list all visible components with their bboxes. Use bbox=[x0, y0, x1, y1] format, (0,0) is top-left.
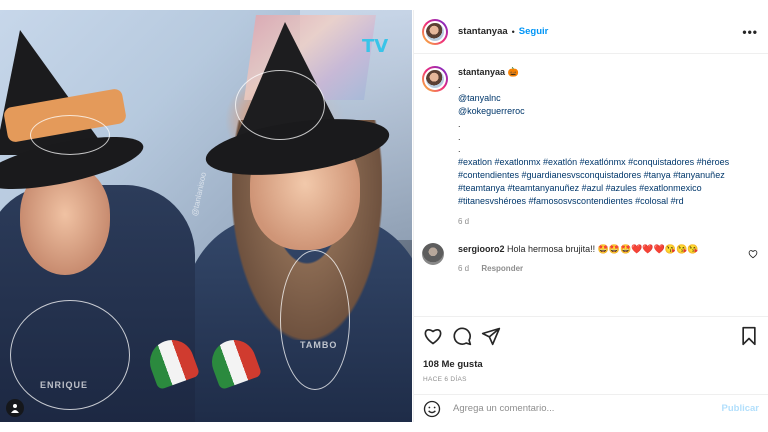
channel-logo: TV bbox=[362, 36, 389, 57]
comment-text: Hola hermosa brujita!! 🤩🤩🤩❤️❤️❤️😘😘😘 bbox=[507, 243, 699, 254]
comment-item: sergiooro2 Hola hermosa brujita!! 🤩🤩🤩❤️❤… bbox=[422, 242, 758, 275]
like-count[interactable]: 108 Me gusta bbox=[423, 359, 759, 370]
caption-timestamp[interactable]: 6 d bbox=[458, 216, 748, 229]
cobweb-decoration bbox=[30, 115, 110, 155]
caption-emoji: 🎃 bbox=[507, 67, 519, 77]
add-comment-bar: Publicar bbox=[414, 394, 768, 422]
watermark: @tanlanisoo bbox=[190, 171, 209, 217]
cobweb-decoration bbox=[10, 300, 130, 410]
comments-section: stantanyaa 🎃 . @tanyalnc @kokeguerreroc … bbox=[414, 54, 768, 314]
comment-username[interactable]: sergiooro2 bbox=[458, 244, 505, 254]
cobweb-decoration bbox=[235, 70, 325, 140]
mention-link[interactable]: @kokeguerreroc bbox=[458, 106, 525, 116]
heart-icon[interactable] bbox=[423, 326, 443, 346]
smiley-icon[interactable] bbox=[423, 400, 441, 418]
comment-meta: 6 d Responder bbox=[458, 263, 748, 275]
caption-username[interactable]: stantanyaa bbox=[458, 67, 505, 77]
shirt-text-left: ENRIQUE bbox=[40, 380, 89, 390]
publish-button[interactable]: Publicar bbox=[722, 403, 760, 414]
comment-icon[interactable] bbox=[452, 326, 472, 346]
avatar[interactable] bbox=[422, 242, 444, 265]
caption-line: . bbox=[458, 79, 461, 90]
comment-timestamp[interactable]: 6 d bbox=[458, 264, 469, 273]
post-actions: 108 Me gusta HACE 6 DÍAS bbox=[414, 316, 768, 383]
caption-line: . bbox=[458, 144, 461, 155]
shirt-text-right: TAMBO bbox=[300, 340, 338, 350]
post-side-panel: stantanyaa • Seguir ••• stantanyaa 🎃 . @… bbox=[413, 10, 768, 422]
avatar[interactable] bbox=[422, 66, 448, 92]
follow-button[interactable]: Seguir bbox=[519, 26, 549, 37]
post-header: stantanyaa • Seguir ••• bbox=[414, 10, 768, 54]
comment-body: sergiooro2 Hola hermosa brujita!! 🤩🤩🤩❤️❤… bbox=[458, 243, 748, 275]
avatar[interactable] bbox=[422, 18, 448, 45]
post-date[interactable]: HACE 6 DÍAS bbox=[423, 376, 759, 383]
share-icon[interactable] bbox=[481, 326, 501, 346]
bookmark-icon[interactable] bbox=[739, 326, 759, 346]
cobweb-decoration bbox=[280, 250, 350, 390]
post-media[interactable]: TV @tanlanisoo ENRIQUE TAMBO bbox=[0, 10, 412, 422]
separator-dot: • bbox=[511, 26, 515, 37]
caption: stantanyaa 🎃 . @tanyalnc @kokeguerreroc … bbox=[422, 66, 758, 229]
caption-line: . bbox=[458, 131, 461, 142]
person-icon[interactable] bbox=[6, 399, 24, 417]
caption-text: stantanyaa 🎃 . @tanyalnc @kokeguerreroc … bbox=[458, 66, 748, 229]
username-link[interactable]: stantanyaa bbox=[458, 26, 508, 37]
reply-button[interactable]: Responder bbox=[481, 264, 523, 273]
heart-icon[interactable] bbox=[748, 249, 758, 275]
comment-input[interactable] bbox=[453, 403, 722, 414]
more-options-button[interactable]: ••• bbox=[742, 25, 758, 39]
hashtags[interactable]: #exatlon #exatlonmx #exatlón #exatlónmx … bbox=[458, 156, 748, 208]
mention-link[interactable]: @tanyalnc bbox=[458, 93, 501, 103]
caption-line: . bbox=[458, 118, 461, 129]
